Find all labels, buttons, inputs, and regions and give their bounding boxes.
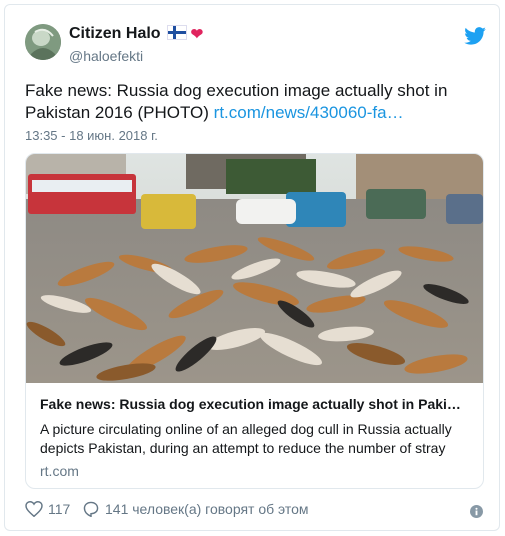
preview-photo[interactable] <box>26 154 483 383</box>
preview-domain: rt.com <box>40 463 79 479</box>
preview-title[interactable]: Fake news: Russia dog execution image ac… <box>40 396 470 412</box>
tweet-card: Citizen Halo ❤ @haloefekti Fake news: Rus… <box>4 4 500 531</box>
tweet-link[interactable]: rt.com/news/430060-fa… <box>214 103 404 122</box>
avatar[interactable] <box>25 24 61 60</box>
like-count[interactable]: 117 <box>48 501 70 517</box>
tweet-text: Fake news: Russia dog execution image ac… <box>25 80 480 124</box>
author-name[interactable]: Citizen Halo <box>69 25 161 42</box>
heart-icon[interactable] <box>25 501 43 517</box>
like-action[interactable]: 117 <box>25 501 70 517</box>
author-name-line[interactable]: Citizen Halo ❤ <box>69 25 203 43</box>
tweet-timestamp[interactable]: 13:35 - 18 июн. 2018 г. <box>25 128 158 143</box>
conversation-text[interactable]: 141 человек(а) говорят об этом <box>105 501 309 517</box>
finland-flag-icon <box>166 25 187 40</box>
info-icon[interactable] <box>470 505 483 518</box>
twitter-bird-icon[interactable] <box>464 27 486 45</box>
conversation-action[interactable]: 141 человек(а) говорят об этом <box>82 501 309 517</box>
author-handle[interactable]: @haloefekti <box>69 48 143 64</box>
link-preview-card[interactable]: Fake news: Russia dog execution image ac… <box>25 153 484 489</box>
red-bird-emoji-icon: ❤ <box>190 26 204 43</box>
preview-description: A picture circulating online of an alleg… <box>40 421 452 456</box>
reply-bubble-icon[interactable] <box>82 501 100 517</box>
